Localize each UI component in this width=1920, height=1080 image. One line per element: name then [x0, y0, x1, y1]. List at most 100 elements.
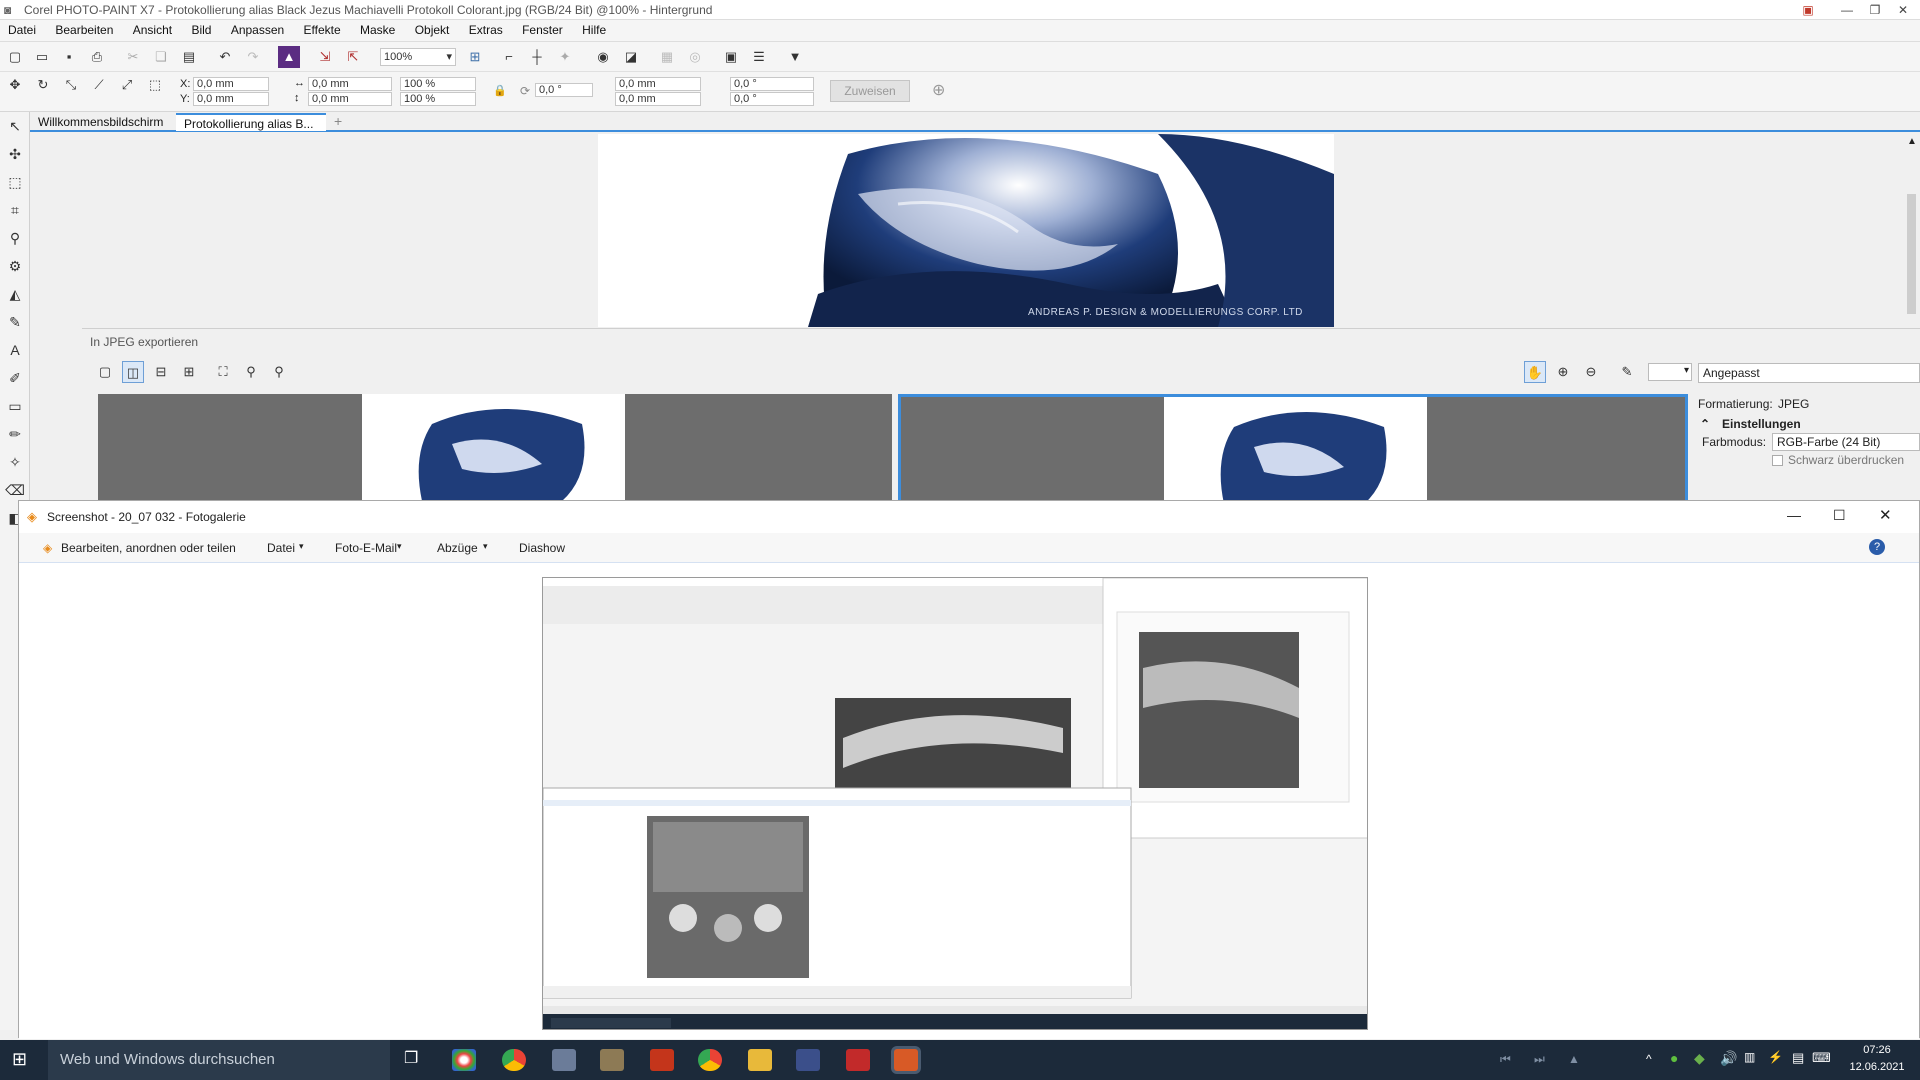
- menu-ansicht[interactable]: Ansicht: [125, 20, 180, 37]
- task-view-icon[interactable]: ❐: [404, 1048, 418, 1068]
- power-icon[interactable]: ⚡: [1768, 1050, 1783, 1064]
- network-icon[interactable]: ▥: [1744, 1050, 1755, 1064]
- scale-y-field[interactable]: 100 %: [400, 92, 476, 106]
- export-icon[interactable]: ⇱: [342, 46, 364, 68]
- menu-bearbeiten[interactable]: Bearbeiten: [47, 20, 121, 37]
- center-x-field[interactable]: 0,0 mm: [615, 77, 701, 91]
- corel-connect-icon[interactable]: ▲: [278, 46, 300, 68]
- distort-tool-icon[interactable]: ⤢: [116, 74, 138, 96]
- photo-app-icon[interactable]: [552, 1049, 576, 1071]
- restore-button[interactable]: ❐: [1860, 0, 1890, 20]
- assign-button[interactable]: Zuweisen: [830, 80, 910, 102]
- menu-maske[interactable]: Maske: [352, 20, 403, 37]
- system-clock[interactable]: 07:26 12.06.2021: [1842, 1042, 1912, 1076]
- paste-icon[interactable]: ▤: [178, 46, 200, 68]
- jpeg-preview[interactable]: [898, 394, 1688, 504]
- center-y-field[interactable]: 0,0 mm: [615, 92, 701, 106]
- nvidia-icon[interactable]: ●: [1670, 1050, 1678, 1066]
- app-icon-blue[interactable]: [796, 1049, 820, 1071]
- save-icon[interactable]: ▪: [58, 46, 80, 68]
- print-icon[interactable]: ⎙: [86, 46, 108, 68]
- file-menu-button[interactable]: Datei: [267, 541, 295, 555]
- zoom-fit-icon[interactable]: ⊞: [464, 46, 486, 68]
- width-field[interactable]: 0,0 mm: [308, 77, 392, 91]
- pan-tool-icon[interactable]: ✋: [1524, 361, 1546, 383]
- red-eye-tool-icon[interactable]: ⚙: [0, 252, 30, 280]
- skew-x-field[interactable]: 0,0 °: [730, 77, 814, 91]
- menu-anpassen[interactable]: Anpassen: [223, 20, 292, 37]
- volume-icon[interactable]: 🔊: [1720, 1050, 1737, 1067]
- windows-start-icon[interactable]: ⊞: [12, 1049, 27, 1070]
- new-tab-icon[interactable]: +: [334, 113, 342, 129]
- gallery-close-button[interactable]: ✕: [1879, 506, 1892, 524]
- slideshow-button[interactable]: Diashow: [519, 541, 565, 555]
- copy-icon[interactable]: ❏: [150, 46, 172, 68]
- paint-tool-icon[interactable]: ✐: [0, 364, 30, 392]
- picasa-icon[interactable]: [452, 1049, 476, 1071]
- gallery-minimize-button[interactable]: —: [1787, 507, 1801, 523]
- lock-objects-icon[interactable]: ◎: [684, 46, 706, 68]
- y-position-field[interactable]: 0,0 mm: [193, 92, 269, 106]
- preset-select[interactable]: Angepasst: [1698, 363, 1920, 383]
- skew-tool-icon[interactable]: ⟋: [88, 74, 110, 96]
- undo-icon[interactable]: ↶: [214, 46, 236, 68]
- edit-organize-share-button[interactable]: Bearbeiten, anordnen oder teilen: [61, 541, 236, 555]
- x-position-field[interactable]: 0,0 mm: [193, 77, 269, 91]
- mask-overlay-icon[interactable]: ◉: [592, 46, 614, 68]
- keyboard-icon[interactable]: ⌨: [1812, 1050, 1831, 1066]
- menu-extras[interactable]: Extras: [461, 20, 511, 37]
- zoom-1-1-icon[interactable]: ⚲: [240, 361, 262, 383]
- corel-taskbar-icon[interactable]: [650, 1049, 674, 1071]
- action-center-icon[interactable]: ▤: [1792, 1050, 1804, 1066]
- split-vertical-icon[interactable]: ◫: [122, 361, 144, 383]
- menu-effekte[interactable]: Effekte: [296, 20, 349, 37]
- tray-icon-1[interactable]: ▲: [1568, 1052, 1580, 1066]
- chrome-second-icon[interactable]: [698, 1049, 722, 1071]
- lock-ratio-icon[interactable]: 🔒: [493, 84, 507, 97]
- move-tool-icon[interactable]: ✥: [4, 74, 26, 96]
- zoom-in-icon[interactable]: ⊕: [1552, 361, 1574, 383]
- color-mode-select[interactable]: RGB-Farbe (24 Bit): [1772, 433, 1920, 451]
- app-tray-icon[interactable]: ◆: [1694, 1050, 1705, 1067]
- open-folder-icon[interactable]: ▭: [31, 46, 53, 68]
- zoom-out-icon[interactable]: ⊖: [1580, 361, 1602, 383]
- chrome-icon[interactable]: [502, 1049, 526, 1071]
- scroll-thumb[interactable]: [1907, 194, 1916, 314]
- menu-datei[interactable]: Datei: [0, 20, 44, 37]
- scale-tool-icon[interactable]: ⤡: [60, 74, 82, 96]
- rectangle-mask-icon[interactable]: ⬚: [0, 168, 30, 196]
- zoom-select[interactable]: 100% ▾: [380, 48, 456, 66]
- shape-tool-icon[interactable]: ▭: [0, 392, 30, 420]
- gallery-taskbar-icon[interactable]: [600, 1049, 624, 1071]
- redo-icon[interactable]: ↷: [242, 46, 264, 68]
- zoom-tool-icon[interactable]: ⚲: [0, 224, 30, 252]
- pick-tool-icon[interactable]: ↖: [0, 112, 30, 140]
- guidelines-icon[interactable]: ┼: [526, 46, 548, 68]
- object-marquee-icon[interactable]: ▦: [656, 46, 678, 68]
- zoom-100-icon[interactable]: ⚲: [268, 361, 290, 383]
- app-icon-red[interactable]: [846, 1049, 870, 1071]
- vertical-scrollbar[interactable]: ▲: [1903, 134, 1920, 330]
- scale-x-field[interactable]: 100 %: [400, 77, 476, 91]
- add-preset-icon[interactable]: ⊕: [932, 80, 945, 100]
- snap-icon[interactable]: ✦: [554, 46, 576, 68]
- media-next-icon[interactable]: ⏭: [1534, 1052, 1545, 1067]
- options-icon[interactable]: ☰: [748, 46, 770, 68]
- rulers-icon[interactable]: ⌐: [498, 46, 520, 68]
- crop-tool-icon[interactable]: ⌗: [0, 196, 30, 224]
- scroll-up-icon[interactable]: ▲: [1907, 136, 1917, 147]
- perspective-tool-icon[interactable]: ⬚: [144, 74, 166, 96]
- single-view-icon[interactable]: ▢: [94, 361, 116, 383]
- overprint-checkbox[interactable]: [1772, 455, 1783, 466]
- height-field[interactable]: 0,0 mm: [308, 92, 392, 106]
- show-hidden-icons[interactable]: ^: [1646, 1052, 1652, 1066]
- minimize-button[interactable]: —: [1832, 0, 1862, 20]
- cut-icon[interactable]: ✂: [122, 46, 144, 68]
- marquee-icon[interactable]: ◪: [620, 46, 642, 68]
- close-button[interactable]: ✕: [1888, 0, 1918, 20]
- menu-objekt[interactable]: Objekt: [407, 20, 458, 37]
- file-explorer-icon[interactable]: [748, 1049, 772, 1071]
- photo-gallery-taskbar-icon[interactable]: [894, 1049, 918, 1071]
- taskbar-search[interactable]: Web und Windows durchsuchen: [48, 1040, 390, 1080]
- rotation-field[interactable]: 0,0 °: [535, 83, 593, 97]
